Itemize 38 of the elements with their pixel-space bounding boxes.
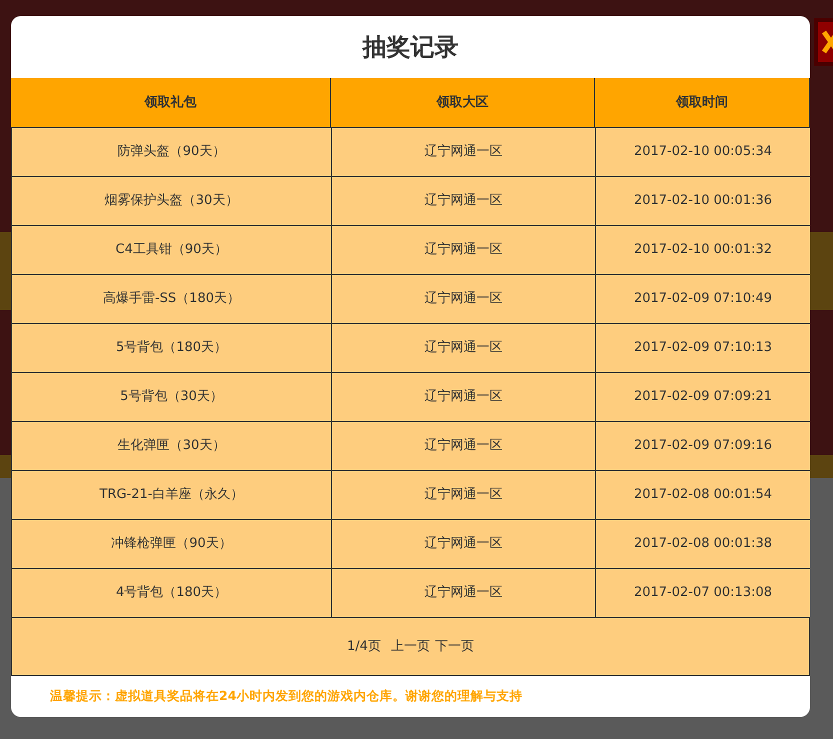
table-cell: 烟雾保护头盔（30天） [12, 177, 332, 225]
column-header: 领取时间 [595, 78, 810, 127]
table-cell: TRG-21-白羊座（永久） [12, 471, 332, 519]
table-cell: 辽宁网通一区 [332, 128, 596, 176]
dialog-title: 抽奖记录 [361, 32, 460, 63]
table-cell: 2017-02-07 00:13:08 [596, 569, 810, 617]
table-cell: 生化弹匣（30天） [12, 422, 332, 470]
table-cell: 辽宁网通一区 [332, 422, 596, 470]
table-cell: 辽宁网通一区 [332, 520, 596, 568]
table-cell: 2017-02-10 00:01:32 [596, 226, 810, 274]
table-cell: 高爆手雷-SS（180天） [12, 275, 332, 323]
table-cell: 5号背包（30天） [12, 373, 332, 421]
table-cell: 辽宁网通一区 [332, 569, 596, 617]
table-cell: 辽宁网通一区 [332, 275, 596, 323]
table-cell: 2017-02-09 07:10:49 [596, 275, 810, 323]
table-cell: 辽宁网通一区 [332, 324, 596, 372]
table-cell: 2017-02-10 00:05:34 [596, 128, 810, 176]
table-cell: 4号背包（180天） [12, 569, 332, 617]
table-cell: 防弹头盔（90天） [12, 128, 332, 176]
table-cell: 2017-02-08 00:01:54 [596, 471, 810, 519]
table-cell: 2017-02-09 07:09:21 [596, 373, 810, 421]
table-cell: C4工具钳（90天） [12, 226, 332, 274]
table-cell: 冲锋枪弹匣（90天） [12, 520, 332, 568]
table-cell: 辽宁网通一区 [332, 226, 596, 274]
page-indicator: 1/4页 [347, 638, 381, 656]
next-page-link[interactable]: 下一页 [434, 636, 474, 656]
table-cell: 5号背包（180天） [12, 324, 332, 372]
column-header: 领取礼包 [11, 78, 331, 127]
table-cell: 2017-02-09 07:09:16 [596, 422, 810, 470]
table-cell: 辽宁网通一区 [332, 471, 596, 519]
table-cell: 辽宁网通一区 [332, 373, 596, 421]
notice-text: 温馨提示：虚拟道具奖品将在24小时内发到您的游戏内仓库。谢谢您的理解与支持 [49, 687, 524, 706]
table-cell: 2017-02-08 00:01:38 [596, 520, 810, 568]
table-cell: 辽宁网通一区 [332, 177, 596, 225]
previous-page-link[interactable]: 上一页 [390, 636, 430, 656]
table-cell: 2017-02-10 00:01:36 [596, 177, 810, 225]
column-header: 领取大区 [331, 78, 595, 127]
table-cell: 2017-02-09 07:10:13 [596, 324, 810, 372]
